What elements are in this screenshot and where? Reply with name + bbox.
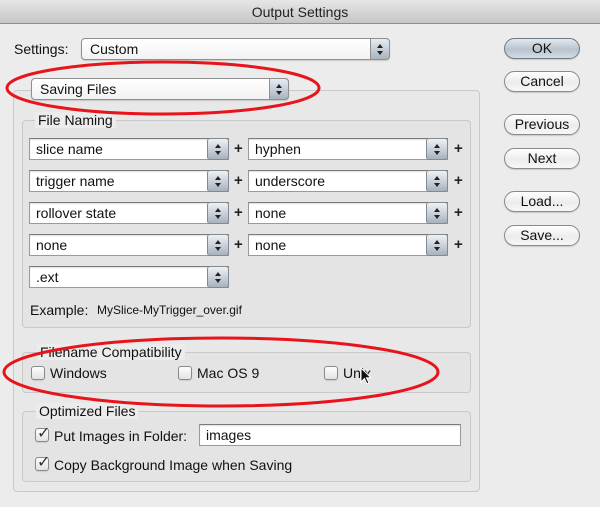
windows-label[interactable]: Windows — [50, 365, 107, 381]
updown-arrows-icon — [370, 38, 390, 60]
file-naming-field-4-left[interactable]: none — [29, 234, 229, 256]
optimized-files-title: Optimized Files — [36, 403, 139, 419]
field-value: none — [255, 205, 287, 221]
updown-arrows-icon[interactable] — [207, 234, 229, 256]
updown-arrows-icon[interactable] — [207, 266, 229, 288]
field-value: slice name — [36, 141, 103, 157]
field-value: images — [206, 427, 252, 443]
section-dropdown-value: Saving Files — [40, 81, 117, 97]
field-value: none — [36, 237, 68, 253]
ok-button[interactable]: OK — [504, 38, 580, 59]
put-images-checkbox[interactable]: ✓ — [35, 425, 50, 442]
file-naming-field-1-left[interactable]: slice name — [29, 138, 229, 160]
settings-dropdown[interactable]: Custom — [81, 38, 390, 60]
settings-label: Settings: — [14, 41, 69, 57]
windows-checkbox[interactable] — [31, 366, 45, 380]
updown-arrows-icon[interactable] — [426, 138, 448, 160]
field-value: underscore — [255, 173, 326, 189]
mouse-pointer-icon — [360, 367, 373, 385]
settings-dropdown-value: Custom — [90, 41, 139, 57]
updown-arrows-icon[interactable] — [426, 170, 448, 192]
file-naming-title: File Naming — [35, 112, 116, 128]
unix-checkbox[interactable] — [324, 366, 338, 380]
filename-compatibility-title: Filename Compatibility — [37, 344, 185, 360]
put-images-label[interactable]: Put Images in Folder: — [54, 428, 187, 444]
field-value: trigger name — [36, 173, 115, 189]
plus-sign: + — [234, 172, 243, 189]
plus-sign: + — [234, 204, 243, 221]
file-naming-field-3-right[interactable]: none — [248, 202, 448, 224]
updown-arrows-icon — [269, 78, 289, 100]
plus-sign: + — [454, 172, 463, 189]
plus-sign: + — [454, 236, 463, 253]
plus-sign: + — [234, 236, 243, 253]
plus-sign: + — [234, 140, 243, 157]
copy-background-checkbox[interactable]: ✓ — [35, 454, 50, 471]
window-title-bar: Output Settings — [0, 0, 600, 24]
example-label: Example: — [30, 302, 89, 318]
updown-arrows-icon[interactable] — [207, 202, 229, 224]
file-naming-field-3-left[interactable]: rollover state — [29, 202, 229, 224]
field-value: .ext — [36, 269, 59, 285]
updown-arrows-icon[interactable] — [207, 170, 229, 192]
save-button[interactable]: Save... — [504, 225, 580, 246]
plus-sign: + — [454, 140, 463, 157]
file-naming-field-2-left[interactable]: trigger name — [29, 170, 229, 192]
example-value: MySlice-MyTrigger_over.gif — [97, 303, 242, 317]
updown-arrows-icon[interactable] — [426, 202, 448, 224]
window-title: Output Settings — [251, 4, 349, 20]
cancel-button[interactable]: Cancel — [504, 71, 580, 92]
plus-sign: + — [454, 204, 463, 221]
load-button[interactable]: Load... — [504, 191, 580, 212]
copy-background-label[interactable]: Copy Background Image when Saving — [54, 457, 292, 473]
file-naming-field-4-right[interactable]: none — [248, 234, 448, 256]
field-value: none — [255, 237, 287, 253]
file-naming-field-2-right[interactable]: underscore — [248, 170, 448, 192]
next-button[interactable]: Next — [504, 148, 580, 169]
mac-os-9-label[interactable]: Mac OS 9 — [197, 365, 259, 381]
previous-button[interactable]: Previous — [504, 114, 580, 135]
mac-os-9-checkbox[interactable] — [178, 366, 192, 380]
section-dropdown[interactable]: Saving Files — [31, 78, 289, 100]
field-value: hyphen — [255, 141, 301, 157]
field-value: rollover state — [36, 205, 117, 221]
images-folder-input[interactable]: images — [199, 424, 461, 446]
file-naming-extension-field[interactable]: .ext — [29, 266, 229, 288]
updown-arrows-icon[interactable] — [426, 234, 448, 256]
updown-arrows-icon[interactable] — [207, 138, 229, 160]
checkmark-icon: ✓ — [37, 425, 51, 442]
file-naming-field-1-right[interactable]: hyphen — [248, 138, 448, 160]
checkmark-icon: ✓ — [37, 454, 51, 471]
